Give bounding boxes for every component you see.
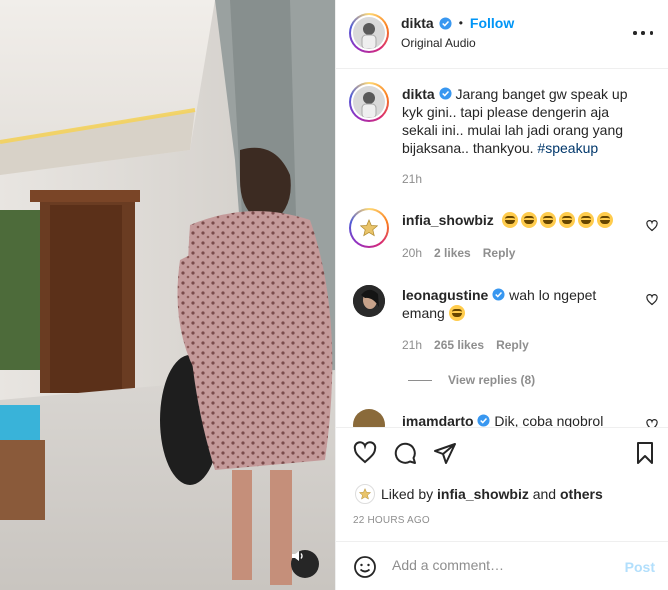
caption-meta: 21h <box>402 172 422 186</box>
caption-avatar[interactable] <box>349 82 389 122</box>
post-timestamp[interactable]: 22 HOURS AGO <box>353 515 430 526</box>
liked-by: Liked by infia_showbiz and others <box>355 484 603 504</box>
star-logo-icon <box>360 219 378 237</box>
post-header: dikta • Follow Original Audio <box>336 0 668 69</box>
comment-input[interactable] <box>392 557 612 573</box>
caption-username[interactable]: dikta <box>402 86 435 102</box>
comments-list[interactable]: dikta Jarang banget gw speak up kyk gini… <box>336 69 668 427</box>
comment-likes[interactable]: 2 likes <box>434 246 471 260</box>
view-replies-label: View replies (8) <box>448 373 536 387</box>
liker-avatar[interactable] <box>355 484 375 504</box>
comment-meta: 20h 2 likes Reply <box>402 246 515 260</box>
comment-username[interactable]: imamdarto <box>402 413 474 427</box>
comment-text: imamdarto Dik, coba ngobrol <box>402 412 637 427</box>
save-bookmark-icon[interactable] <box>633 441 657 465</box>
separator-dot: • <box>458 16 463 30</box>
hashtag-link[interactable]: #speakup <box>537 140 598 156</box>
verified-badge-icon <box>439 87 452 100</box>
verified-badge-icon <box>492 288 505 301</box>
post-actions: Liked by infia_showbiz and others 22 HOU… <box>336 427 668 541</box>
liked-by-prefix: Liked by <box>381 486 434 502</box>
comment-bubble-icon[interactable] <box>393 441 417 465</box>
comment-likes[interactable]: 265 likes <box>434 338 484 352</box>
comment-text: leonagustine wah lo ngepet emang <box>402 286 637 322</box>
comment-username[interactable]: leonagustine <box>402 287 488 303</box>
audio-label[interactable]: Original Audio <box>401 36 476 50</box>
commenter-avatar[interactable] <box>353 285 385 317</box>
share-send-icon[interactable] <box>433 441 457 465</box>
liked-by-user[interactable]: infia_showbiz <box>437 486 529 502</box>
caption-text: dikta Jarang banget gw speak up kyk gini… <box>402 85 637 157</box>
caption-time[interactable]: 21h <box>402 172 422 186</box>
comment-body: Dik, coba ngobrol <box>494 413 604 427</box>
author-username[interactable]: dikta <box>401 15 434 31</box>
commenter-avatar[interactable] <box>353 409 385 427</box>
comment-meta: 21h 265 likes Reply <box>402 338 529 352</box>
comment-composer: Post <box>336 541 668 590</box>
verified-badge-icon <box>477 414 491 427</box>
liked-by-and: and <box>532 486 557 502</box>
like-comment-heart-icon[interactable] <box>646 419 658 427</box>
comment-time[interactable]: 20h <box>402 246 422 260</box>
comment-time[interactable]: 21h <box>402 338 422 352</box>
liked-by-others[interactable]: others <box>560 486 603 502</box>
post-sidebar: dikta • Follow Original Audio dikta Jara… <box>335 0 668 590</box>
comment-text: infia_showbiz <box>402 211 637 229</box>
view-replies-button[interactable]: View replies (8) <box>408 373 535 387</box>
reply-button[interactable]: Reply <box>483 246 516 260</box>
speaker-icon <box>292 551 303 561</box>
emoji-smiley-icon[interactable] <box>353 555 377 579</box>
reply-button[interactable]: Reply <box>496 338 529 352</box>
commenter-avatar[interactable] <box>349 208 389 248</box>
post-modal: dikta • Follow Original Audio dikta Jara… <box>0 0 668 590</box>
comment-username[interactable]: infia_showbiz <box>402 212 494 228</box>
audio-toggle-button[interactable] <box>291 550 319 578</box>
more-horizontal-icon[interactable] <box>633 28 653 38</box>
post-video[interactable] <box>0 0 335 590</box>
video-frame <box>0 0 335 590</box>
replies-line <box>408 379 432 381</box>
star-logo-icon <box>359 488 371 500</box>
verified-badge-icon <box>439 16 452 30</box>
like-comment-heart-icon[interactable] <box>646 294 658 306</box>
laughing-emoji-icon <box>448 305 465 321</box>
like-comment-heart-icon[interactable] <box>646 220 658 232</box>
author-avatar[interactable] <box>349 13 389 53</box>
follow-button[interactable]: Follow <box>470 15 514 31</box>
like-heart-icon[interactable] <box>353 441 377 465</box>
laughing-emoji-icons <box>501 212 616 228</box>
post-comment-button[interactable]: Post <box>625 559 655 575</box>
